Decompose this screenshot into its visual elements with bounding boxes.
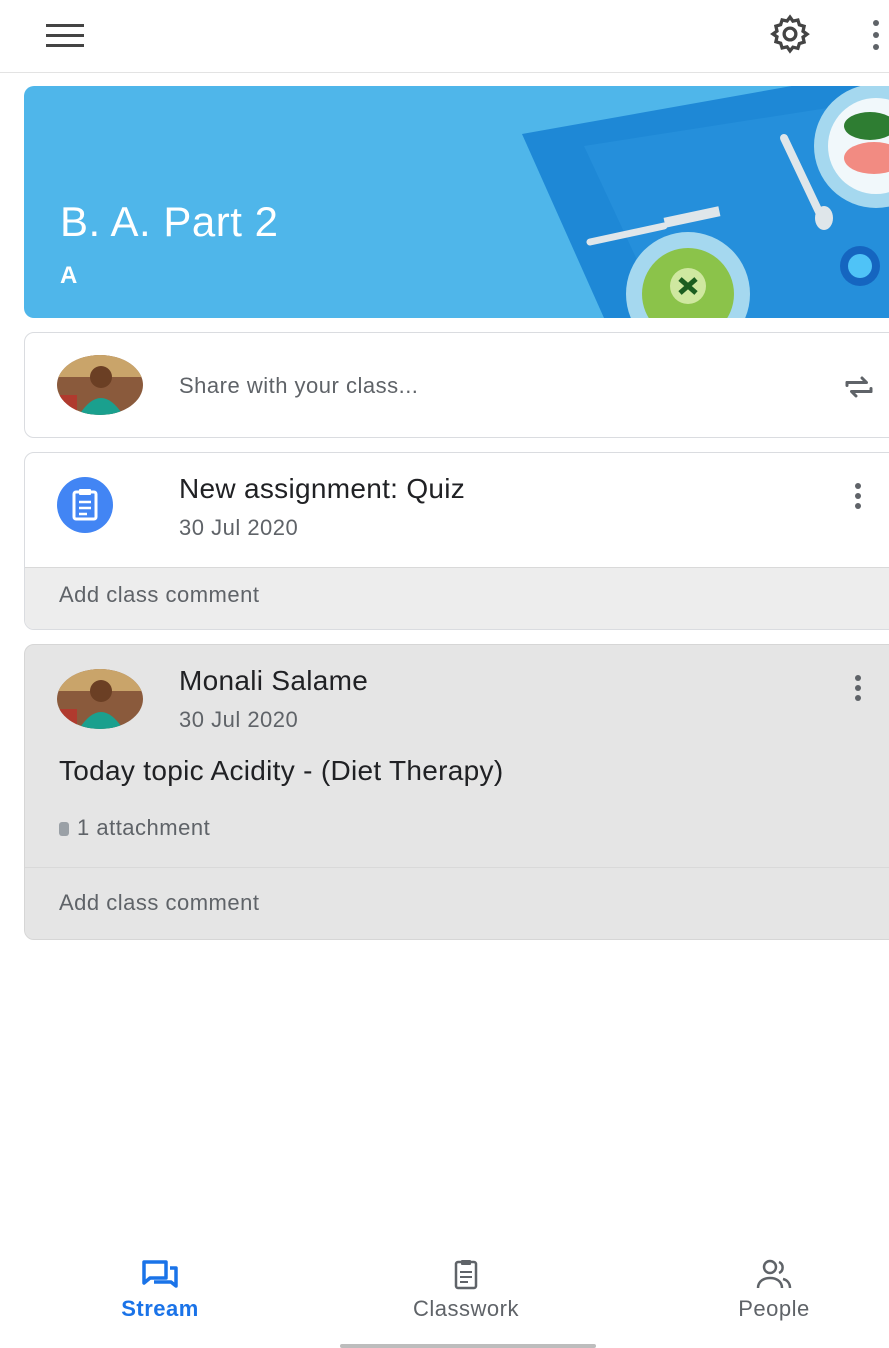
class-section: A <box>60 262 78 289</box>
attachment-icon <box>59 822 69 836</box>
share-with-class-card[interactable]: Share with your class... <box>24 332 889 438</box>
gear-icon[interactable] <box>768 12 812 56</box>
nav-classwork-label: Classwork <box>413 1296 519 1321</box>
nav-stream-label: Stream <box>121 1296 199 1321</box>
bottom-navigation: Stream Classwork People <box>0 1250 889 1348</box>
classwork-icon <box>454 1260 478 1290</box>
comment-placeholder[interactable]: Add class comment <box>59 890 259 916</box>
announcement-card[interactable]: Monali Salame 30 Jul 2020 Today topic Ac… <box>24 644 889 940</box>
more-vert-icon[interactable] <box>866 14 886 58</box>
assignment-date: 30 Jul 2020 <box>179 515 299 540</box>
more-vert-icon[interactable] <box>851 483 865 513</box>
more-vert-icon[interactable] <box>851 675 865 705</box>
assignment-card[interactable]: New assignment: Quiz 30 Jul 2020 Add cla… <box>24 452 889 630</box>
stream-icon <box>142 1260 178 1288</box>
avatar[interactable] <box>57 669 143 729</box>
attachment-link[interactable]: 1 attachment <box>59 815 210 841</box>
post-author: Monali Salame <box>179 665 369 696</box>
share-input[interactable]: Share with your class... <box>179 373 418 399</box>
add-class-comment[interactable]: Add class comment <box>25 567 889 629</box>
avatar[interactable] <box>57 355 143 415</box>
home-indicator <box>340 1344 596 1348</box>
class-name: B. A. Part 2 <box>60 198 279 245</box>
menu-icon[interactable] <box>46 22 86 52</box>
post-body: Today topic Acidity - (Diet Therapy) <box>59 755 504 786</box>
attachment-count: 1 attachment <box>77 815 211 840</box>
people-icon <box>756 1259 792 1289</box>
nav-classwork[interactable]: Classwork <box>366 1258 566 1328</box>
comment-placeholder[interactable]: Add class comment <box>59 582 259 608</box>
nav-people[interactable]: People <box>674 1258 874 1328</box>
class-banner[interactable]: B. A. Part 2 A <box>24 86 889 318</box>
top-app-bar <box>0 0 889 73</box>
assignment-title[interactable]: New assignment: Quiz <box>179 473 465 505</box>
post-date: 30 Jul 2020 <box>179 707 299 732</box>
assignment-icon <box>57 477 113 533</box>
repost-icon[interactable] <box>839 369 879 405</box>
add-class-comment[interactable]: Add class comment <box>25 867 889 939</box>
nav-people-label: People <box>738 1296 810 1321</box>
nav-stream[interactable]: Stream <box>60 1258 260 1328</box>
